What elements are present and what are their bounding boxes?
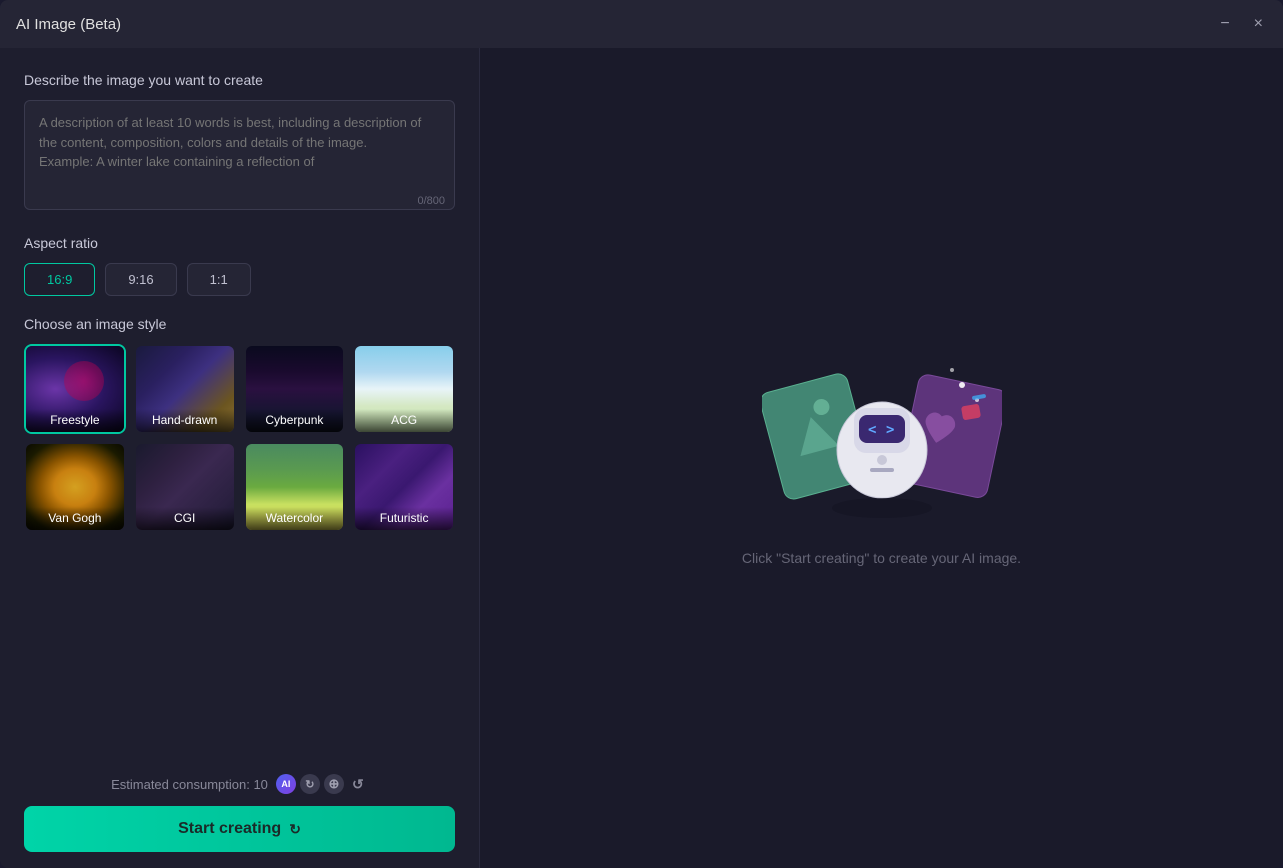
style-label-cgi: CGI bbox=[136, 507, 234, 530]
char-count: 0/800 bbox=[417, 195, 445, 207]
right-panel: < > Click "Start creating" to create you… bbox=[480, 48, 1283, 868]
window-title: AI Image (Beta) bbox=[16, 16, 121, 33]
minimize-button[interactable]: − bbox=[1216, 12, 1233, 36]
style-label-acg: ACG bbox=[355, 409, 453, 432]
reload-icon[interactable]: ↺ bbox=[348, 774, 368, 794]
style-section: Choose an image style Freestyle Hand-dra… bbox=[24, 316, 455, 758]
description-label: Describe the image you want to create bbox=[24, 72, 455, 88]
style-card-cyberpunk[interactable]: Cyberpunk bbox=[244, 344, 346, 434]
footer-section: Estimated consumption: 10 AI ↻ ⊕ ↺ Start… bbox=[24, 758, 455, 852]
ai-icon: AI bbox=[276, 774, 296, 794]
consumption-text: Estimated consumption: 10 bbox=[111, 777, 268, 792]
start-btn-label: Start creating bbox=[178, 820, 281, 838]
aspect-btn-16-9[interactable]: 16:9 bbox=[24, 263, 95, 296]
svg-text:>: > bbox=[886, 422, 894, 438]
style-card-watercolor[interactable]: Watercolor bbox=[244, 442, 346, 532]
style-label-futuristic: Futuristic bbox=[355, 507, 453, 530]
title-bar: AI Image (Beta) − × bbox=[0, 0, 1283, 48]
style-card-freestyle[interactable]: Freestyle bbox=[24, 344, 126, 434]
svg-text:<: < bbox=[868, 422, 876, 438]
start-creating-button[interactable]: Start creating ↻ bbox=[24, 806, 455, 852]
description-wrapper: 0/800 bbox=[24, 100, 455, 215]
start-btn-icon: ↻ bbox=[289, 821, 301, 838]
consumption-row: Estimated consumption: 10 AI ↻ ⊕ ↺ bbox=[24, 774, 455, 794]
style-label-vangogh: Van Gogh bbox=[26, 507, 124, 530]
style-label-handdrawn: Hand-drawn bbox=[136, 409, 234, 432]
close-button[interactable]: × bbox=[1250, 12, 1267, 36]
aspect-ratio-section: Aspect ratio 16:9 9:16 1:1 bbox=[24, 235, 455, 296]
right-hint-text: Click "Start creating" to create your AI… bbox=[742, 550, 1021, 566]
plus-icon: ⊕ bbox=[324, 774, 344, 794]
consumption-icons: AI ↻ ⊕ ↺ bbox=[276, 774, 368, 794]
style-card-futuristic[interactable]: Futuristic bbox=[353, 442, 455, 532]
aspect-btn-9-16[interactable]: 9:16 bbox=[105, 263, 176, 296]
style-card-handdrawn[interactable]: Hand-drawn bbox=[134, 344, 236, 434]
content-area: Describe the image you want to create 0/… bbox=[0, 48, 1283, 868]
aspect-ratio-label: Aspect ratio bbox=[24, 235, 455, 251]
left-panel: Describe the image you want to create 0/… bbox=[0, 48, 480, 868]
style-label-watercolor: Watercolor bbox=[246, 507, 344, 530]
style-label-freestyle: Freestyle bbox=[26, 409, 124, 432]
style-card-vangogh[interactable]: Van Gogh bbox=[24, 442, 126, 532]
style-card-acg[interactable]: ACG bbox=[353, 344, 455, 434]
aspect-btn-1-1[interactable]: 1:1 bbox=[187, 263, 251, 296]
style-label-cyberpunk: Cyberpunk bbox=[246, 409, 344, 432]
illustration: < > bbox=[762, 350, 1002, 530]
app-window: AI Image (Beta) − × Describe the image y… bbox=[0, 0, 1283, 868]
style-label: Choose an image style bbox=[24, 316, 455, 332]
style-grid: Freestyle Hand-drawn Cyberpunk ACG bbox=[24, 344, 455, 532]
refresh-icon: ↻ bbox=[300, 774, 320, 794]
style-card-cgi[interactable]: CGI bbox=[134, 442, 236, 532]
window-controls: − × bbox=[1216, 12, 1267, 36]
aspect-buttons: 16:9 9:16 1:1 bbox=[24, 263, 455, 296]
description-input[interactable] bbox=[24, 100, 455, 210]
